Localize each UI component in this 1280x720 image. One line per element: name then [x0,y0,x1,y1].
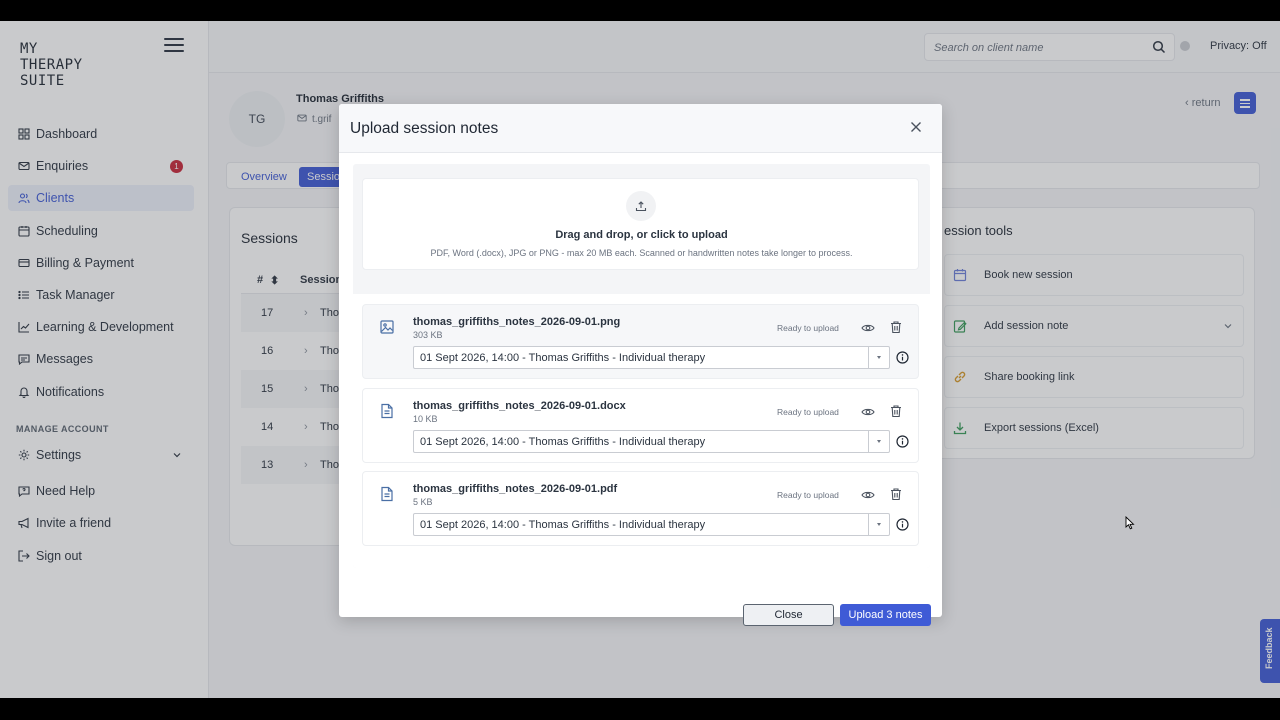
upload-dropzone[interactable]: Drag and drop, or click to upload PDF, W… [362,178,919,270]
file-item: thomas_griffiths_notes_2026-09-01.pdf 5 … [362,471,919,546]
eye-icon[interactable] [861,405,875,419]
session-select-value: 01 Sept 2026, 14:00 - Thomas Griffiths -… [420,352,706,364]
document-file-icon [381,403,393,419]
image-file-icon [380,320,394,334]
dropzone-title: Drag and drop, or click to upload [555,229,728,241]
trash-icon[interactable] [889,404,903,418]
eye-icon[interactable] [861,321,875,335]
modal-body: Drag and drop, or click to upload PDF, W… [353,164,930,568]
chevron-down-icon [868,347,889,368]
file-item: thomas_griffiths_notes_2026-09-01.png 30… [362,304,919,379]
trash-icon[interactable] [889,487,903,501]
file-list: thomas_griffiths_notes_2026-09-01.png 30… [353,294,930,568]
chevron-down-icon [868,431,889,452]
file-status: Ready to upload [777,407,839,417]
upload-notes-button[interactable]: Upload 3 notes [840,604,931,626]
session-select[interactable]: 01 Sept 2026, 14:00 - Thomas Griffiths -… [413,430,890,453]
dropzone-hint: PDF, Word (.docx), JPG or PNG - max 20 M… [430,248,853,258]
file-item: thomas_griffiths_notes_2026-09-01.docx 1… [362,388,919,463]
session-select[interactable]: 01 Sept 2026, 14:00 - Thomas Griffiths -… [413,513,890,536]
modal-header: Upload session notes [339,104,942,153]
trash-icon[interactable] [889,320,903,334]
info-icon[interactable] [896,435,909,448]
upload-icon [626,191,656,221]
file-size: 5 KB [413,497,433,507]
close-button[interactable]: Close [743,604,834,626]
close-icon[interactable] [909,120,923,134]
app-screen: MY THERAPY SUITE Dashboard Enquiries 1 C… [0,21,1280,698]
mouse-cursor-icon [1125,516,1135,530]
file-status: Ready to upload [777,490,839,500]
session-select[interactable]: 01 Sept 2026, 14:00 - Thomas Griffiths -… [413,346,890,369]
file-name: thomas_griffiths_notes_2026-09-01.docx [413,400,626,412]
file-name: thomas_griffiths_notes_2026-09-01.pdf [413,483,618,495]
document-file-icon [381,486,393,502]
chevron-down-icon [868,514,889,535]
upload-notes-modal: Upload session notes Drag and drop, or c… [339,104,942,626]
eye-icon[interactable] [861,488,875,502]
session-select-value: 01 Sept 2026, 14:00 - Thomas Griffiths -… [420,436,706,448]
file-size: 10 KB [413,414,438,424]
info-icon[interactable] [896,518,909,531]
file-status: Ready to upload [777,323,839,333]
modal-title: Upload session notes [350,120,499,137]
file-name: thomas_griffiths_notes_2026-09-01.png [413,316,621,328]
session-select-value: 01 Sept 2026, 14:00 - Thomas Griffiths -… [420,519,706,531]
file-size: 303 KB [413,330,443,340]
info-icon[interactable] [896,351,909,364]
